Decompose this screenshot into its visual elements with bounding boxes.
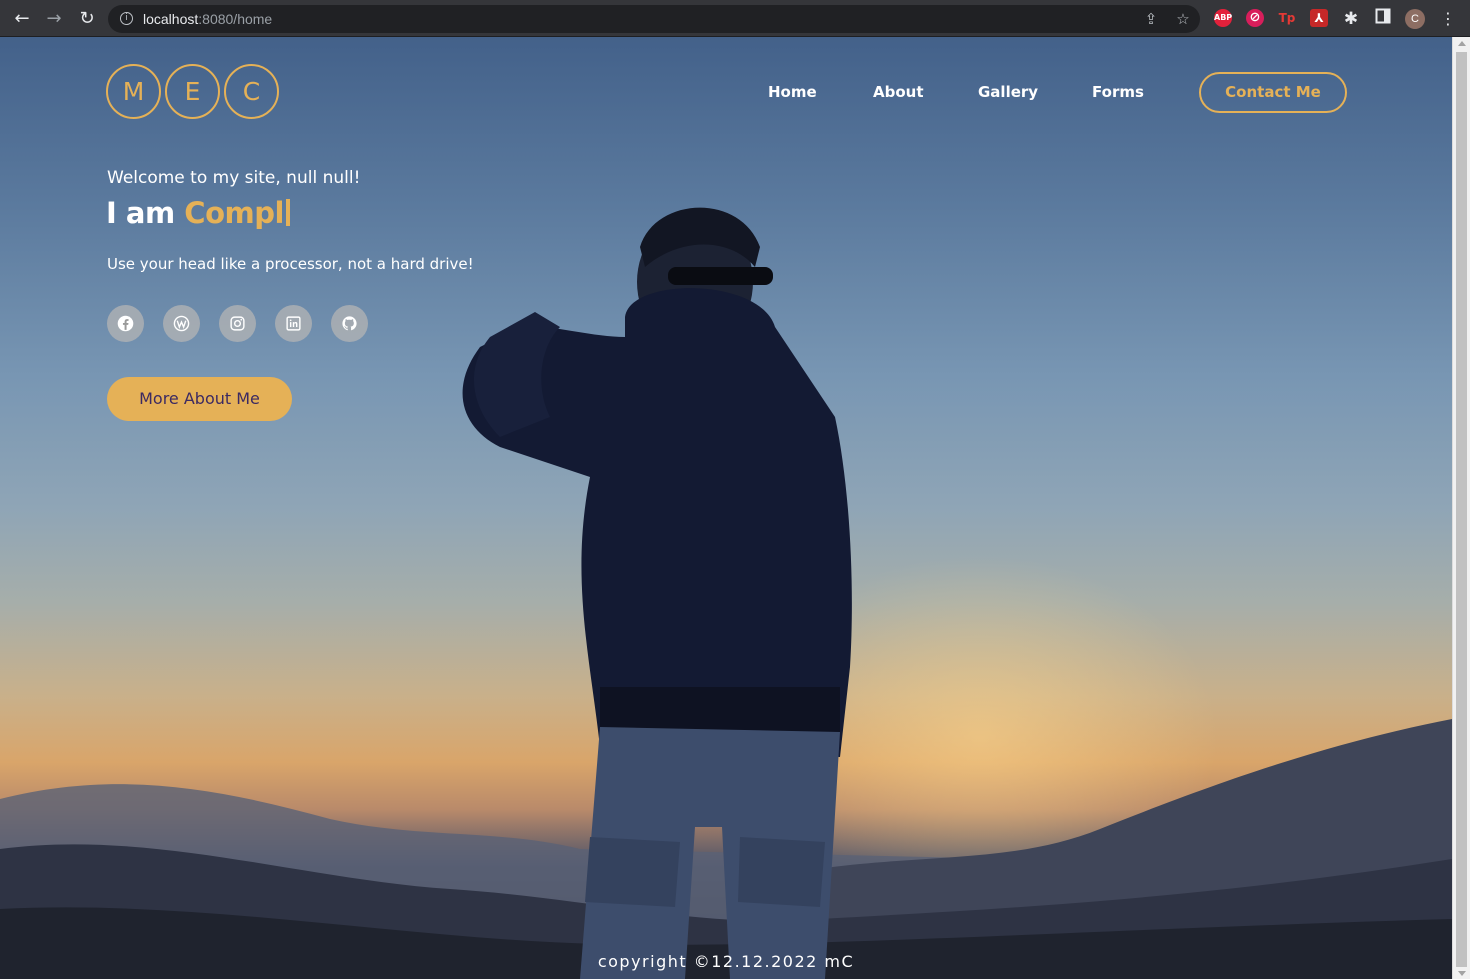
reload-icon[interactable]: ↻ <box>76 8 98 30</box>
tp-icon[interactable]: Tp <box>1278 9 1296 27</box>
browser-toolbar: ← → ↻ i localhost:8080/home ⇪ ☆ ABP ⊘ Tp… <box>0 0 1470 37</box>
url-host: localhost <box>143 11 199 27</box>
site-info-icon[interactable]: i <box>120 12 133 25</box>
nav-home[interactable]: Home <box>768 83 817 101</box>
welcome-text: Welcome to my site, null null! <box>107 168 361 188</box>
page-scrollbar[interactable] <box>1452 37 1470 979</box>
url-text[interactable]: localhost:8080/home <box>143 11 272 27</box>
hero-tagline: Use your head like a processor, not a ha… <box>107 255 474 273</box>
share-icon[interactable]: ⇪ <box>1142 10 1160 28</box>
hero-section: M E C Home About Gallery Forms Contact M… <box>0 37 1452 979</box>
footer-copyright: copyright ©12.12.2022 mC <box>597 952 855 971</box>
extensions-puzzle-icon[interactable]: ✱ <box>1340 8 1362 30</box>
privacy-icon[interactable]: ⊘ <box>1246 9 1264 27</box>
contact-me-button[interactable]: Contact Me <box>1199 72 1347 113</box>
typing-caret <box>285 199 290 226</box>
address-bar[interactable]: i localhost:8080/home ⇪ ☆ <box>108 5 1200 33</box>
instagram-icon[interactable] <box>219 305 256 342</box>
adblock-icon[interactable]: ABP <box>1214 9 1232 27</box>
social-links <box>107 305 368 342</box>
headline-static: I am <box>106 196 185 230</box>
profile-avatar[interactable]: C <box>1405 9 1425 29</box>
person-silhouette <box>462 207 852 979</box>
logo-letter-c: C <box>224 64 279 119</box>
side-panel-icon[interactable] <box>1372 8 1394 30</box>
scroll-up-arrow-icon[interactable] <box>1458 41 1466 46</box>
logo-letter-e: E <box>165 64 220 119</box>
site-logo[interactable]: M E C <box>106 64 279 120</box>
url-path: :8080/home <box>198 11 273 27</box>
forward-arrow-icon[interactable]: → <box>43 8 65 30</box>
linkedin-icon[interactable] <box>275 305 312 342</box>
back-arrow-icon[interactable]: ← <box>11 8 33 30</box>
github-icon[interactable] <box>331 305 368 342</box>
menu-kebab-icon[interactable]: ⋮ <box>1440 9 1456 29</box>
pdf-icon[interactable]: ⅄ <box>1310 9 1328 27</box>
hero-headline: I am Compl <box>106 196 290 230</box>
nav-forms[interactable]: Forms <box>1092 83 1144 101</box>
scroll-down-arrow-icon[interactable] <box>1458 971 1466 976</box>
bookmark-star-icon[interactable]: ☆ <box>1174 10 1192 28</box>
logo-letter-m: M <box>106 64 161 119</box>
more-about-me-button[interactable]: More About Me <box>107 377 292 421</box>
nav-about[interactable]: About <box>873 83 924 101</box>
nav-gallery[interactable]: Gallery <box>978 83 1038 101</box>
facebook-icon[interactable] <box>107 305 144 342</box>
scrollbar-thumb[interactable] <box>1456 52 1467 967</box>
wordpress-icon[interactable] <box>163 305 200 342</box>
headline-typed: Compl <box>184 196 284 230</box>
